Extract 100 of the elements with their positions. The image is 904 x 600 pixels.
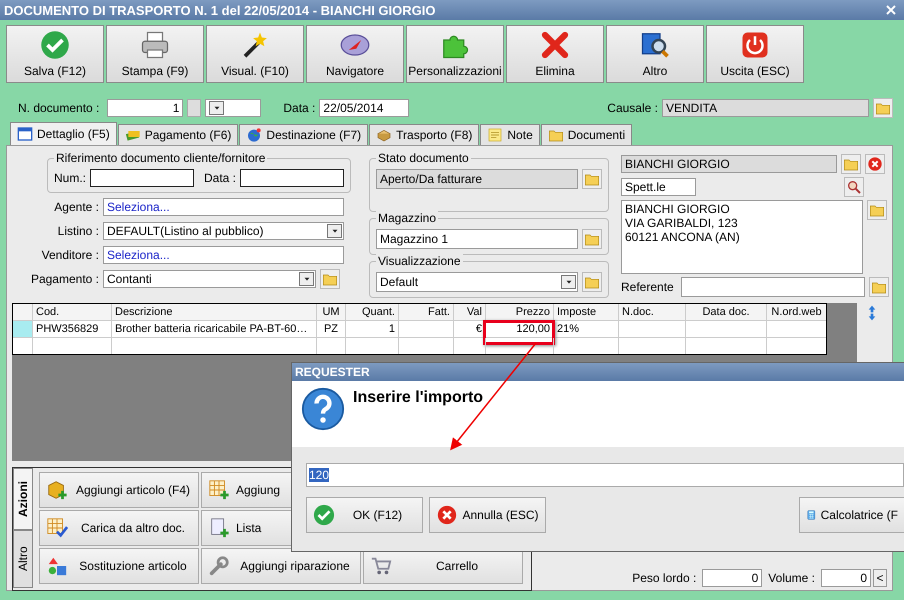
field-label: Referente — [621, 280, 673, 294]
toolbar-button[interactable]: Visual. (F10) — [206, 25, 304, 83]
weight-field[interactable]: 0 — [702, 569, 762, 587]
toolbar-button[interactable]: Uscita (ESC) — [706, 25, 804, 83]
salutation-field[interactable]: Spett.le — [621, 178, 696, 196]
number-field[interactable] — [90, 169, 194, 187]
group-title: Stato documento — [376, 151, 471, 165]
search-button[interactable] — [844, 177, 864, 197]
address-line: VIA GARIBALDI, 123 — [625, 216, 738, 230]
close-icon — [867, 156, 883, 172]
column-header[interactable]: Fatt. — [399, 304, 454, 320]
table-cell: 21% — [557, 323, 580, 335]
tab[interactable]: Trasporto (F8) — [369, 124, 480, 145]
table-cell: 120,00 — [516, 323, 550, 335]
side-tab[interactable]: Azioni — [13, 468, 33, 530]
customer-name-field: BIANCHI GIORGIO — [621, 155, 837, 173]
date-field[interactable] — [240, 169, 344, 187]
toolbar-button[interactable]: Elimina — [506, 25, 604, 83]
warehouse-field[interactable]: Magazzino 1 — [376, 229, 578, 249]
window-title: DOCUMENTO DI TRASPORTO N. 1 del 22/05/2014 - BIANCHI GIORGIO — [4, 2, 436, 18]
volume-field[interactable]: 0 — [821, 569, 871, 587]
field-label: Causale : — [607, 101, 658, 115]
dialog-button[interactable]: Calcolatrice (F — [799, 497, 904, 533]
dropdown[interactable]: Contanti — [103, 270, 316, 288]
toolbar-button[interactable]: Personalizzazioni — [406, 25, 504, 83]
contact-field[interactable] — [681, 277, 866, 297]
folder-button[interactable] — [582, 169, 602, 189]
column-header[interactable]: Data doc. — [686, 304, 767, 320]
field-label: Volume : — [768, 571, 815, 585]
book-magnifier-icon — [640, 30, 670, 60]
column-header[interactable]: N.doc. — [619, 304, 686, 320]
group-title: Magazzino — [376, 211, 438, 225]
toolbar-button[interactable]: Salva (F12) — [6, 25, 104, 83]
check-icon — [40, 30, 70, 60]
side-tab[interactable]: Altro — [13, 530, 33, 588]
selection-field[interactable]: Seleziona... — [103, 198, 344, 216]
close-icon[interactable] — [886, 5, 896, 15]
column-header[interactable]: Cod. — [33, 304, 112, 320]
power-icon — [740, 30, 770, 60]
action-button[interactable]: Aggiungi articolo (F4) — [39, 472, 199, 508]
folder-button[interactable] — [873, 98, 893, 118]
column-header[interactable]: N.ord.web — [767, 304, 826, 320]
column-header[interactable]: Imposte — [554, 304, 619, 320]
folder-button[interactable] — [582, 272, 602, 292]
check-icon — [313, 504, 335, 526]
help-icon — [301, 387, 345, 431]
box-plus-icon — [46, 479, 68, 501]
dialog-title: REQUESTER — [295, 365, 370, 379]
column-header[interactable]: Quant. — [346, 304, 399, 320]
column-header[interactable]: Val — [454, 304, 486, 320]
tab[interactable]: Note — [480, 124, 540, 145]
dialog-heading: Inserire l'importo — [353, 389, 484, 407]
field-label: N. documento : — [18, 101, 100, 115]
address-field[interactable]: BIANCHI GIORGIO VIA GARIBALDI, 123 60121 ANCONA (AN) — [621, 200, 863, 274]
dialog-button[interactable]: OK (F12) — [306, 497, 423, 533]
selection-field[interactable]: Seleziona... — [103, 246, 344, 264]
folder-button[interactable] — [582, 229, 602, 249]
tab[interactable]: Documenti — [540, 124, 632, 145]
toolbar-button[interactable]: Altro — [606, 25, 704, 83]
dialog-button[interactable]: Annulla (ESC) — [429, 497, 546, 533]
folder-button[interactable] — [320, 269, 340, 289]
document-number-field[interactable]: 1 — [107, 99, 184, 117]
action-button[interactable]: Sostituzione articolo — [39, 548, 199, 584]
spin-button[interactable] — [187, 99, 202, 117]
calendar-icon — [17, 126, 33, 142]
toolbar-button[interactable]: Navigatore — [306, 25, 404, 83]
column-header[interactable]: UM — [317, 304, 346, 320]
highlight-box — [483, 320, 555, 345]
folder-button[interactable] — [867, 200, 887, 220]
series-dropdown[interactable] — [205, 99, 262, 117]
address-line: BIANCHI GIORGIO — [625, 202, 730, 216]
amount-field[interactable]: 120 — [306, 463, 904, 487]
address-line: 60121 ANCONA (AN) — [625, 230, 740, 244]
date-field[interactable]: 22/05/2014 — [319, 99, 410, 117]
grid-check-icon — [46, 517, 68, 539]
remove-button[interactable] — [865, 154, 885, 174]
tab[interactable]: Dettaglio (F5) — [10, 122, 117, 145]
causale-field[interactable]: VENDITA — [662, 99, 869, 117]
wrench-icon — [208, 555, 230, 577]
tab[interactable]: Destinazione (F7) — [239, 124, 368, 145]
action-button[interactable]: Aggiungi riparazione — [201, 548, 361, 584]
table-cell: PHW356829 — [36, 323, 98, 335]
action-button[interactable]: Carica da altro doc. — [39, 510, 199, 546]
scroll-plus-icon — [208, 517, 230, 539]
status-field: Aperto/Da fatturare — [376, 169, 578, 189]
folder-button[interactable] — [841, 154, 861, 174]
group-title: Visualizzazione — [376, 254, 462, 268]
dropdown[interactable]: DEFAULT(Listino al pubblico) — [103, 222, 344, 240]
folder-button[interactable] — [869, 277, 889, 297]
printer-icon — [140, 30, 170, 60]
field-label: Num.: — [54, 171, 86, 185]
toolbar-button[interactable]: Stampa (F9) — [106, 25, 204, 83]
column-header[interactable]: Descrizione — [112, 304, 317, 320]
column-header[interactable]: Prezzo — [486, 304, 554, 320]
table-cell: 1 — [388, 323, 395, 335]
view-dropdown[interactable]: Default — [376, 272, 578, 292]
small-button[interactable]: < — [873, 569, 887, 587]
tab[interactable]: Pagamento (F6) — [118, 124, 238, 145]
search-icon — [846, 179, 862, 195]
field-label: Venditore : — [40, 248, 99, 262]
